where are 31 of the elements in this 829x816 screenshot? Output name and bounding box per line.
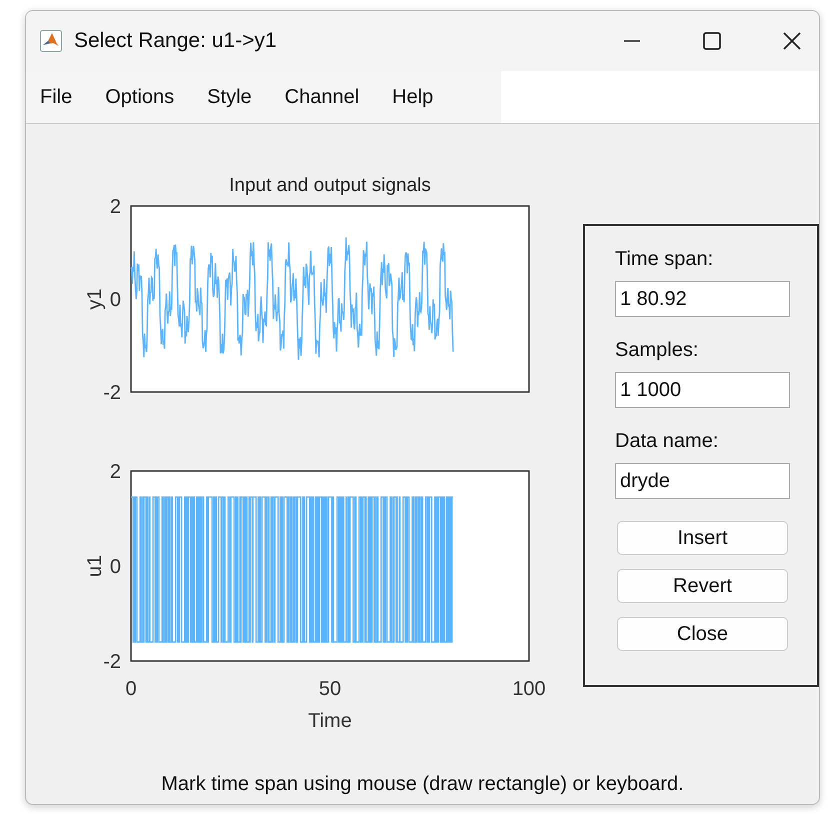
x-tick-label: 100 <box>512 678 546 700</box>
maximize-icon[interactable] <box>700 29 724 53</box>
y-tick-label: -2 <box>103 651 121 673</box>
input-field[interactable]: dryde <box>615 463 790 499</box>
y-tick-label: 2 <box>110 461 121 483</box>
y-axis-label: u1 <box>84 554 106 578</box>
status-message: Mark time span using mouse (draw rectangle) or keyboard. <box>160 773 685 797</box>
window-title: Select Range: u1->y1 <box>74 29 277 53</box>
y-tick-label: 0 <box>110 556 121 578</box>
field-label: Data name: <box>615 430 720 453</box>
x-tick-label: 0 <box>125 678 137 700</box>
menu-item[interactable]: Help <box>392 86 434 108</box>
input-field[interactable]: 1 80.92 <box>615 281 790 317</box>
panel-button[interactable]: Insert <box>617 521 788 555</box>
input-field[interactable]: 1 1000 <box>615 372 790 408</box>
y-axis-label: y1 <box>84 288 106 310</box>
app-logo-icon <box>40 30 62 52</box>
x-tick-label: 50 <box>318 678 342 700</box>
y-tick-label: 0 <box>110 289 121 311</box>
menu-item[interactable]: Style <box>207 86 252 108</box>
x-axis-label: Time <box>308 710 352 732</box>
field-label: Samples: <box>615 339 700 362</box>
y-tick-label: 2 <box>110 196 121 218</box>
menu-item[interactable]: Channel <box>284 86 360 108</box>
field-label: Time span: <box>615 248 714 271</box>
menu-item[interactable]: File <box>40 86 72 108</box>
plot-title: Input and output signals <box>229 175 431 196</box>
panel-button[interactable]: Revert <box>617 569 788 603</box>
y-tick-label: -2 <box>103 382 121 404</box>
panel-button[interactable]: Close <box>617 617 788 651</box>
menu-item[interactable]: Options <box>105 86 174 108</box>
